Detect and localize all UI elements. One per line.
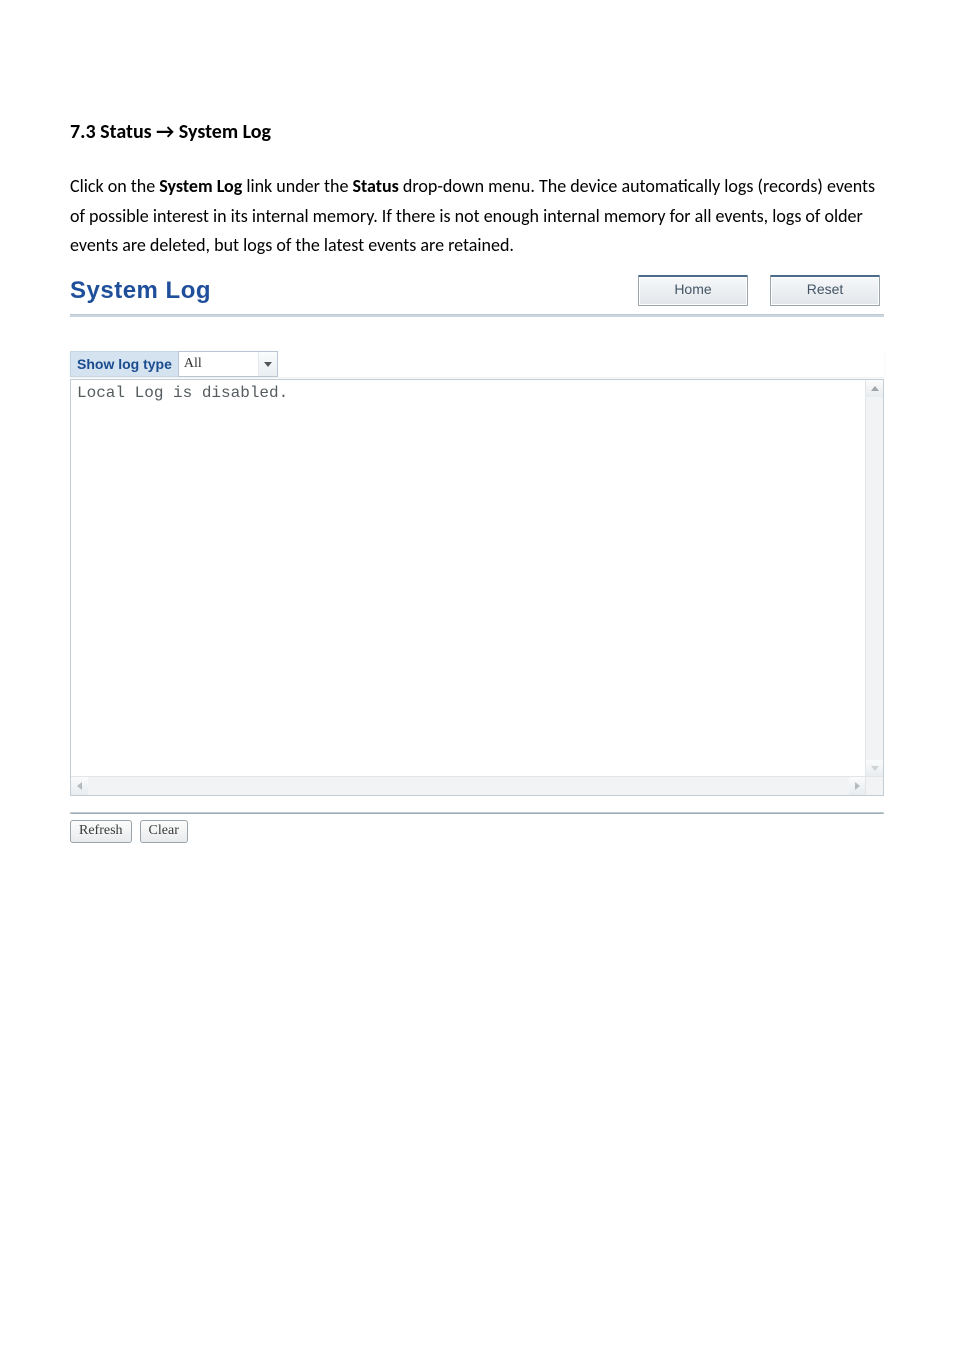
title-row: System Log Home Reset — [70, 273, 884, 314]
clear-button[interactable]: Clear — [140, 820, 188, 843]
intro-text-1: Click on the — [70, 175, 159, 197]
home-button[interactable]: Home — [638, 275, 748, 306]
scroll-right-icon[interactable] — [849, 777, 866, 795]
intro-paragraph: Click on the System Log link under the S… — [70, 172, 884, 261]
scrollbar-corner — [865, 776, 883, 795]
intro-bold-system-log: System Log — [159, 175, 242, 197]
top-buttons: Home Reset — [638, 275, 884, 306]
log-type-filter: Show log type All — [70, 351, 884, 377]
scroll-down-icon[interactable] — [866, 760, 883, 777]
vertical-scrollbar[interactable] — [865, 380, 883, 777]
panel-title: System Log — [70, 277, 211, 305]
reset-button[interactable]: Reset — [770, 275, 880, 306]
footer-separator — [70, 812, 884, 814]
title-separator — [70, 314, 884, 317]
log-content-text: Local Log is disabled. — [71, 380, 883, 406]
scroll-up-icon[interactable] — [866, 380, 883, 397]
horizontal-scrollbar[interactable] — [71, 776, 866, 795]
refresh-button[interactable]: Refresh — [70, 820, 132, 843]
log-type-label: Show log type — [70, 351, 178, 377]
system-log-panel: System Log Home Reset Show log type All … — [70, 273, 884, 843]
log-type-select[interactable]: All — [178, 351, 278, 377]
log-type-selected-value: All — [179, 356, 258, 372]
intro-text-2: link under the — [242, 175, 352, 197]
chevron-down-icon — [258, 352, 277, 376]
section-heading: 7.3 Status → System Log — [70, 120, 884, 144]
intro-bold-status: Status — [352, 175, 398, 197]
log-textarea[interactable]: Local Log is disabled. — [70, 379, 884, 796]
footer-buttons: Refresh Clear — [70, 820, 884, 843]
scroll-left-icon[interactable] — [71, 777, 88, 795]
